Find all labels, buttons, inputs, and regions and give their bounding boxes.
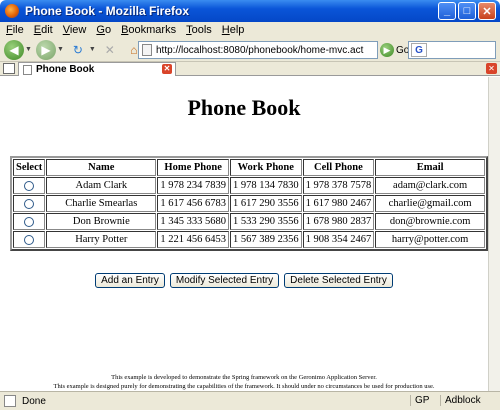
reload-icon[interactable]: ↻ bbox=[68, 40, 88, 60]
url-bar[interactable]: http://localhost:8080/phonebook/home-mvc… bbox=[138, 41, 378, 59]
table-row: Don Brownie 1 345 333 5680 1 533 290 355… bbox=[13, 213, 485, 230]
delete-entry-button[interactable]: Delete Selected Entry bbox=[284, 273, 393, 288]
phonebook-table: Select Name Home Phone Work Phone Cell P… bbox=[10, 156, 488, 251]
name-cell: Charlie Smearlas bbox=[46, 195, 157, 212]
title-bar: Phone Book - Mozilla Firefox _ □ ✕ bbox=[0, 0, 500, 22]
cell-phone-cell: 1 617 980 2467 bbox=[302, 195, 375, 212]
name-cell: Harry Potter bbox=[46, 231, 157, 248]
vertical-scrollbar[interactable] bbox=[488, 77, 500, 391]
email-cell: don@brownie.com bbox=[375, 213, 485, 230]
table-row: Charlie Smearlas 1 617 456 6783 1 617 29… bbox=[13, 195, 485, 212]
footer-notice: This example is developed to demonstrate… bbox=[0, 373, 488, 391]
column-header: Name bbox=[46, 159, 157, 176]
home-phone-cell: 1 978 234 7839 bbox=[157, 177, 229, 194]
status-gp[interactable]: GP bbox=[410, 395, 429, 406]
column-header: Email bbox=[375, 159, 485, 176]
back-arrow-icon[interactable]: ◀ bbox=[4, 39, 24, 60]
close-tab-icon[interactable]: ✕ bbox=[486, 63, 497, 74]
google-search-icon: G bbox=[411, 43, 427, 57]
navigation-toolbar: ◀ ▼ ▶ ▼ ↻ ▼ ✕ ⌂ http://localhost:8080/phone… bbox=[0, 38, 500, 62]
maximize-button[interactable]: □ bbox=[458, 2, 476, 20]
go-arrow-icon: ▶ bbox=[380, 43, 394, 57]
status-bar: Done GP Adblock bbox=[0, 391, 500, 410]
forward-arrow-icon[interactable]: ▶ bbox=[35, 39, 56, 60]
tab-phone-book[interactable]: Phone Book ✕ bbox=[18, 62, 176, 76]
search-input[interactable]: G bbox=[408, 41, 496, 59]
home-phone-cell: 1 345 333 5680 bbox=[157, 213, 229, 230]
footer-line: This example is developed to demonstrate… bbox=[111, 374, 377, 381]
work-phone-cell: 1 978 134 7830 bbox=[229, 177, 302, 194]
page-icon bbox=[142, 44, 152, 56]
menu-bookmarks[interactable]: Bookmarks bbox=[121, 24, 176, 36]
work-phone-cell: 1 617 290 3556 bbox=[229, 195, 302, 212]
table-row: Harry Potter 1 221 456 6453 1 567 389 23… bbox=[13, 231, 485, 248]
select-cell bbox=[13, 213, 46, 230]
menu-help[interactable]: Help bbox=[222, 24, 245, 36]
action-buttons: Add an Entry Modify Selected Entry Delet… bbox=[0, 273, 488, 288]
work-phone-cell: 1 533 290 3556 bbox=[229, 213, 302, 230]
page-content: Phone Book Select Name Home Phone Work P… bbox=[0, 77, 488, 391]
home-phone-cell: 1 617 456 6783 bbox=[157, 195, 229, 212]
name-cell: Adam Clark bbox=[46, 177, 157, 194]
email-cell: charlie@gmail.com bbox=[375, 195, 485, 212]
status-page-icon bbox=[4, 395, 16, 407]
window-title: Phone Book - Mozilla Firefox bbox=[25, 4, 190, 18]
forward-dropdown-icon[interactable]: ▼ bbox=[57, 46, 64, 53]
menu-file[interactable]: File bbox=[6, 24, 24, 36]
name-cell: Don Brownie bbox=[46, 213, 157, 230]
page-title: Phone Book bbox=[187, 95, 301, 120]
table-header-row: Select Name Home Phone Work Phone Cell P… bbox=[13, 159, 485, 176]
select-radio[interactable] bbox=[24, 216, 35, 227]
column-header: Work Phone bbox=[229, 159, 302, 176]
go-button[interactable]: ▶ Go bbox=[380, 41, 409, 59]
firefox-icon bbox=[5, 4, 19, 18]
select-cell bbox=[13, 231, 46, 248]
menu-view[interactable]: View bbox=[63, 24, 87, 36]
select-radio[interactable] bbox=[24, 234, 35, 245]
column-header: Cell Phone bbox=[302, 159, 375, 176]
email-cell: harry@potter.com bbox=[375, 231, 485, 248]
adblock-status[interactable]: Adblock bbox=[440, 395, 481, 406]
select-radio[interactable] bbox=[24, 180, 35, 191]
tab-label: Phone Book bbox=[36, 64, 95, 75]
modify-entry-button[interactable]: Modify Selected Entry bbox=[169, 273, 280, 288]
status-text: Done bbox=[22, 395, 46, 407]
menu-tools[interactable]: Tools bbox=[186, 24, 212, 36]
url-text: http://localhost:8080/phonebook/home-mvc… bbox=[156, 44, 364, 56]
menu-edit[interactable]: Edit bbox=[34, 24, 53, 36]
cell-phone-cell: 1 908 354 2467 bbox=[302, 231, 375, 248]
email-cell: adam@clark.com bbox=[375, 177, 485, 194]
new-tab-icon[interactable] bbox=[3, 63, 15, 74]
cell-phone-cell: 1 678 980 2837 bbox=[302, 213, 375, 230]
column-header: Select bbox=[13, 159, 46, 176]
tab-close-icon[interactable]: ✕ bbox=[162, 64, 172, 74]
home-phone-cell: 1 221 456 6453 bbox=[157, 231, 229, 248]
table-row: Adam Clark 1 978 234 7839 1 978 134 7830… bbox=[13, 177, 485, 194]
tab-strip: Phone Book ✕ ✕ bbox=[0, 62, 500, 76]
reload-dropdown-icon[interactable]: ▼ bbox=[89, 46, 96, 53]
page-icon bbox=[23, 64, 32, 75]
back-dropdown-icon[interactable]: ▼ bbox=[25, 46, 32, 53]
cell-phone-cell: 1 978 378 7578 bbox=[302, 177, 375, 194]
minimize-button[interactable]: _ bbox=[438, 2, 456, 20]
select-cell bbox=[13, 177, 46, 194]
column-header: Home Phone bbox=[157, 159, 229, 176]
footer-line: This example is designed purely for demo… bbox=[53, 383, 435, 390]
stop-icon[interactable]: ✕ bbox=[100, 40, 120, 60]
menu-bar: File Edit View Go Bookmarks Tools Help bbox=[0, 22, 500, 38]
close-button[interactable]: ✕ bbox=[478, 2, 496, 20]
menu-go[interactable]: Go bbox=[96, 24, 111, 36]
add-entry-button[interactable]: Add an Entry bbox=[95, 273, 165, 288]
select-radio[interactable] bbox=[24, 198, 35, 209]
select-cell bbox=[13, 195, 46, 212]
work-phone-cell: 1 567 389 2356 bbox=[229, 231, 302, 248]
